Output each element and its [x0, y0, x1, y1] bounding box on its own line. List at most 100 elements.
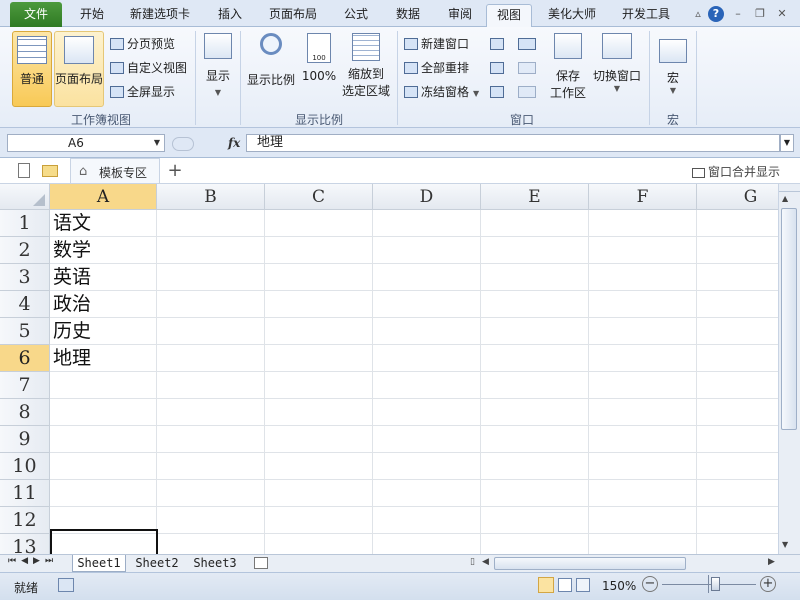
row-header-7[interactable]: 7 [0, 372, 50, 399]
zoom-slider-thumb[interactable] [711, 577, 720, 591]
chevron-down-icon[interactable]: ▼ [154, 135, 160, 151]
help-icon[interactable]: ? [708, 6, 724, 22]
tab-formulas[interactable]: 公式 [334, 4, 378, 27]
row-header-4[interactable]: 4 [0, 291, 50, 318]
tab-view[interactable]: 视图 [486, 4, 532, 28]
sheet-tab-1[interactable]: Sheet1 [72, 555, 126, 572]
row-header-12[interactable]: 12 [0, 507, 50, 534]
cell-a1[interactable]: 语文 [50, 210, 157, 237]
macros-button[interactable]: 宏 ▼ [656, 31, 690, 105]
custom-views-button[interactable]: 自定义视图 [110, 59, 187, 77]
row-header-3[interactable]: 3 [0, 264, 50, 291]
open-folder-icon[interactable] [42, 165, 58, 177]
formula-input[interactable]: 地理 [246, 134, 780, 152]
merge-windows-button[interactable]: 窗口合并显示 [692, 163, 780, 180]
restore-window-icon[interactable]: ❐ [752, 6, 768, 22]
insert-function-icon[interactable]: fx [228, 134, 240, 152]
close-window-icon[interactable]: ✕ [774, 6, 790, 22]
row-header-6[interactable]: 6 [0, 345, 50, 372]
zoom-out-icon[interactable]: − [642, 576, 658, 592]
expand-formula-icon[interactable]: ▼ [780, 134, 794, 152]
formula-bar-handle[interactable] [172, 136, 194, 151]
split-box[interactable] [779, 184, 800, 192]
name-box[interactable]: A6 ▼ [7, 134, 165, 152]
row-header-2[interactable]: 2 [0, 237, 50, 264]
tab-review[interactable]: 审阅 [438, 4, 482, 27]
row-header-13[interactable]: 13 [0, 534, 50, 554]
freeze-panes-button[interactable]: 冻结窗格 ▼ [404, 83, 479, 101]
zoom-level[interactable]: 150% [602, 579, 636, 593]
tab-split-handle[interactable]: ▯ [470, 557, 475, 567]
tab-developer[interactable]: 开发工具 [614, 4, 678, 27]
show-button[interactable]: 显示 ▼ [200, 31, 236, 103]
row-header-10[interactable]: 10 [0, 453, 50, 480]
reset-position-button[interactable] [518, 83, 539, 101]
tab-page-layout[interactable]: 页面布局 [262, 4, 324, 27]
row-header-8[interactable]: 8 [0, 399, 50, 426]
page-break-status-icon[interactable] [576, 578, 590, 592]
scroll-down-icon[interactable]: ▼ [782, 540, 788, 549]
view-side-by-side-button[interactable] [518, 35, 539, 53]
normal-view-status-icon[interactable] [538, 577, 554, 593]
zoom-100-button[interactable]: 100 100% [300, 31, 338, 105]
vertical-scroll-thumb[interactable] [781, 208, 797, 430]
cell-a3[interactable]: 英语 [50, 264, 157, 291]
save-workspace-button[interactable]: 保存 工作区 [546, 31, 590, 105]
tab-data[interactable]: 数据 [386, 4, 430, 27]
arrange-all-label: 全部重排 [421, 61, 470, 75]
zoom-to-selection-button[interactable]: 缩放到 选定区域 [340, 31, 392, 105]
column-header-d[interactable]: D [373, 184, 481, 210]
column-header-e[interactable]: E [481, 184, 589, 210]
page-break-preview-button[interactable]: 分页预览 [110, 35, 175, 53]
row-header-9[interactable]: 9 [0, 426, 50, 453]
zoom-in-icon[interactable]: + [760, 576, 776, 592]
arrange-all-button[interactable]: 全部重排 [404, 59, 469, 77]
tab-new[interactable]: 新建选项卡 [122, 4, 198, 27]
vertical-scrollbar[interactable]: ▲ ▼ [778, 184, 800, 554]
tab-home[interactable]: 开始 [70, 4, 114, 27]
scroll-up-icon[interactable]: ▲ [782, 194, 788, 203]
page-layout-status-icon[interactable] [558, 578, 572, 592]
tab-insert[interactable]: 插入 [208, 4, 252, 27]
scroll-left-icon[interactable]: ◀ [482, 557, 489, 567]
page-layout-view-button[interactable]: 页面布局 [54, 31, 104, 107]
new-document-icon[interactable] [18, 163, 30, 178]
sheet-tab-3[interactable]: Sheet3 [188, 555, 242, 572]
cell-a4[interactable]: 政治 [50, 291, 157, 318]
normal-view-button[interactable]: 普通 [12, 31, 52, 107]
zoom-button[interactable]: 显示比例 [244, 31, 298, 105]
unhide-button[interactable] [490, 83, 507, 101]
column-header-g[interactable]: G [697, 184, 778, 210]
cell-a6[interactable]: 地理 [50, 345, 157, 372]
tab-beautify[interactable]: 美化大师 [540, 4, 604, 27]
macro-record-icon[interactable] [58, 578, 74, 592]
template-zone-tab[interactable]: ⌂ 模板专区 [70, 158, 160, 183]
row-header-11[interactable]: 11 [0, 480, 50, 507]
minimize-window-icon[interactable]: – [730, 6, 746, 22]
sheet-tab-2[interactable]: Sheet2 [130, 555, 184, 572]
sync-scroll-button[interactable] [518, 59, 539, 77]
column-header-f[interactable]: F [589, 184, 697, 210]
split-button[interactable] [490, 35, 507, 53]
horizontal-scroll-thumb[interactable] [494, 557, 686, 570]
sheet-nav-arrows-icon[interactable]: ⏮◀▶⏭ [8, 556, 58, 566]
select-all-corner[interactable] [0, 184, 50, 210]
column-header-a[interactable]: A [50, 184, 157, 210]
new-window-button[interactable]: 新建窗口 [404, 35, 469, 53]
insert-sheet-icon[interactable] [254, 557, 268, 569]
column-header-b[interactable]: B [157, 184, 265, 210]
tab-file[interactable]: 文件 [10, 2, 62, 27]
minimize-ribbon-icon[interactable]: ▵ [690, 6, 706, 22]
switch-windows-button[interactable]: 切换窗口 ▼ [590, 31, 644, 105]
full-screen-button[interactable]: 全屏显示 [110, 83, 175, 101]
cell-a2[interactable]: 数学 [50, 237, 157, 264]
row-header-1[interactable]: 1 [0, 210, 50, 237]
zoom-slider-track[interactable] [662, 584, 756, 585]
column-header-c[interactable]: C [265, 184, 373, 210]
unhide-icon [490, 85, 504, 98]
cell-a5[interactable]: 历史 [50, 318, 157, 345]
hide-button[interactable] [490, 59, 507, 77]
add-tab-button[interactable]: + [166, 160, 184, 181]
row-header-5[interactable]: 5 [0, 318, 50, 345]
scroll-right-icon[interactable]: ▶ [768, 557, 775, 567]
